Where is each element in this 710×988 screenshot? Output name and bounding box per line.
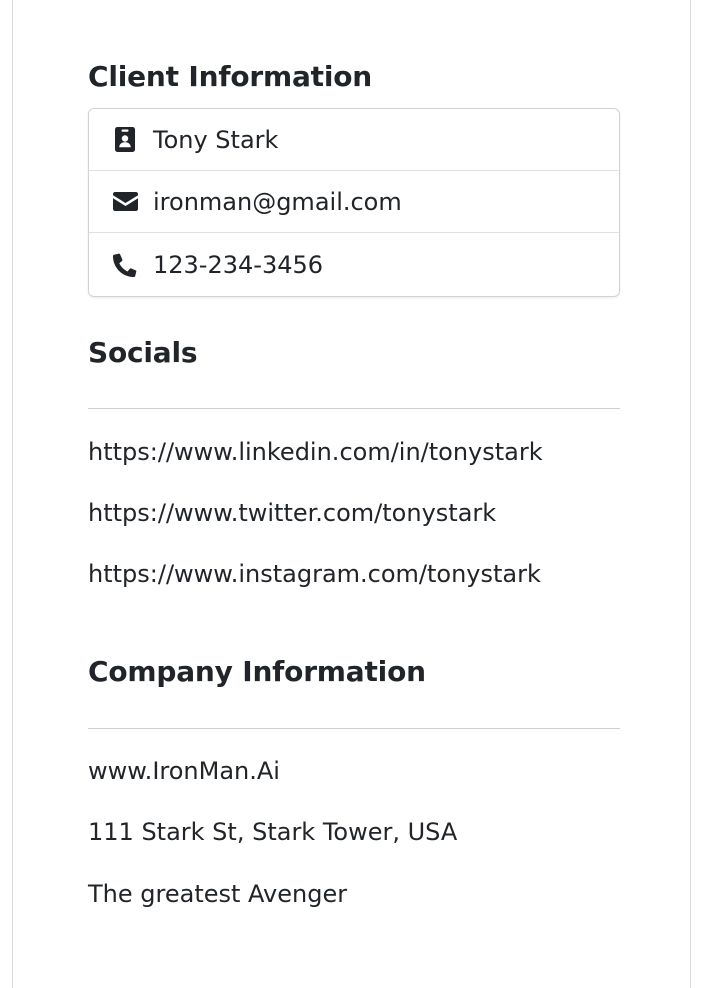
company-address: 111 Stark St, Stark Tower, USA [88,818,458,846]
envelope-icon [112,189,138,215]
client-name: Tony Stark [153,125,279,154]
phone-icon [112,252,138,278]
company-website: www.IronMan.Ai [88,757,280,785]
linkedin-link[interactable]: https://www.linkedin.com/in/tonystark [88,438,543,466]
client-info-list: Tony Stark ironman@gmail.com 123-234-345… [88,108,620,297]
client-phone-item: 123-234-3456 [89,233,619,296]
client-information-heading: Client Information [88,60,373,93]
company-description: The greatest Avenger [88,880,348,908]
id-badge-icon [112,127,138,153]
twitter-link[interactable]: https://www.twitter.com/tonystark [88,499,496,527]
company-divider [88,728,620,729]
client-email-item: ironman@gmail.com [89,171,619,233]
client-name-item: Tony Stark [89,109,619,171]
client-phone: 123-234-3456 [153,250,324,279]
instagram-link[interactable]: https://www.instagram.com/tonystark [88,560,541,588]
client-detail-panel: Client Information Tony Stark ironman@gm… [12,0,691,988]
socials-divider [88,408,620,409]
socials-heading: Socials [88,336,198,369]
company-information-heading: Company Information [88,655,426,688]
client-email: ironman@gmail.com [153,187,402,216]
